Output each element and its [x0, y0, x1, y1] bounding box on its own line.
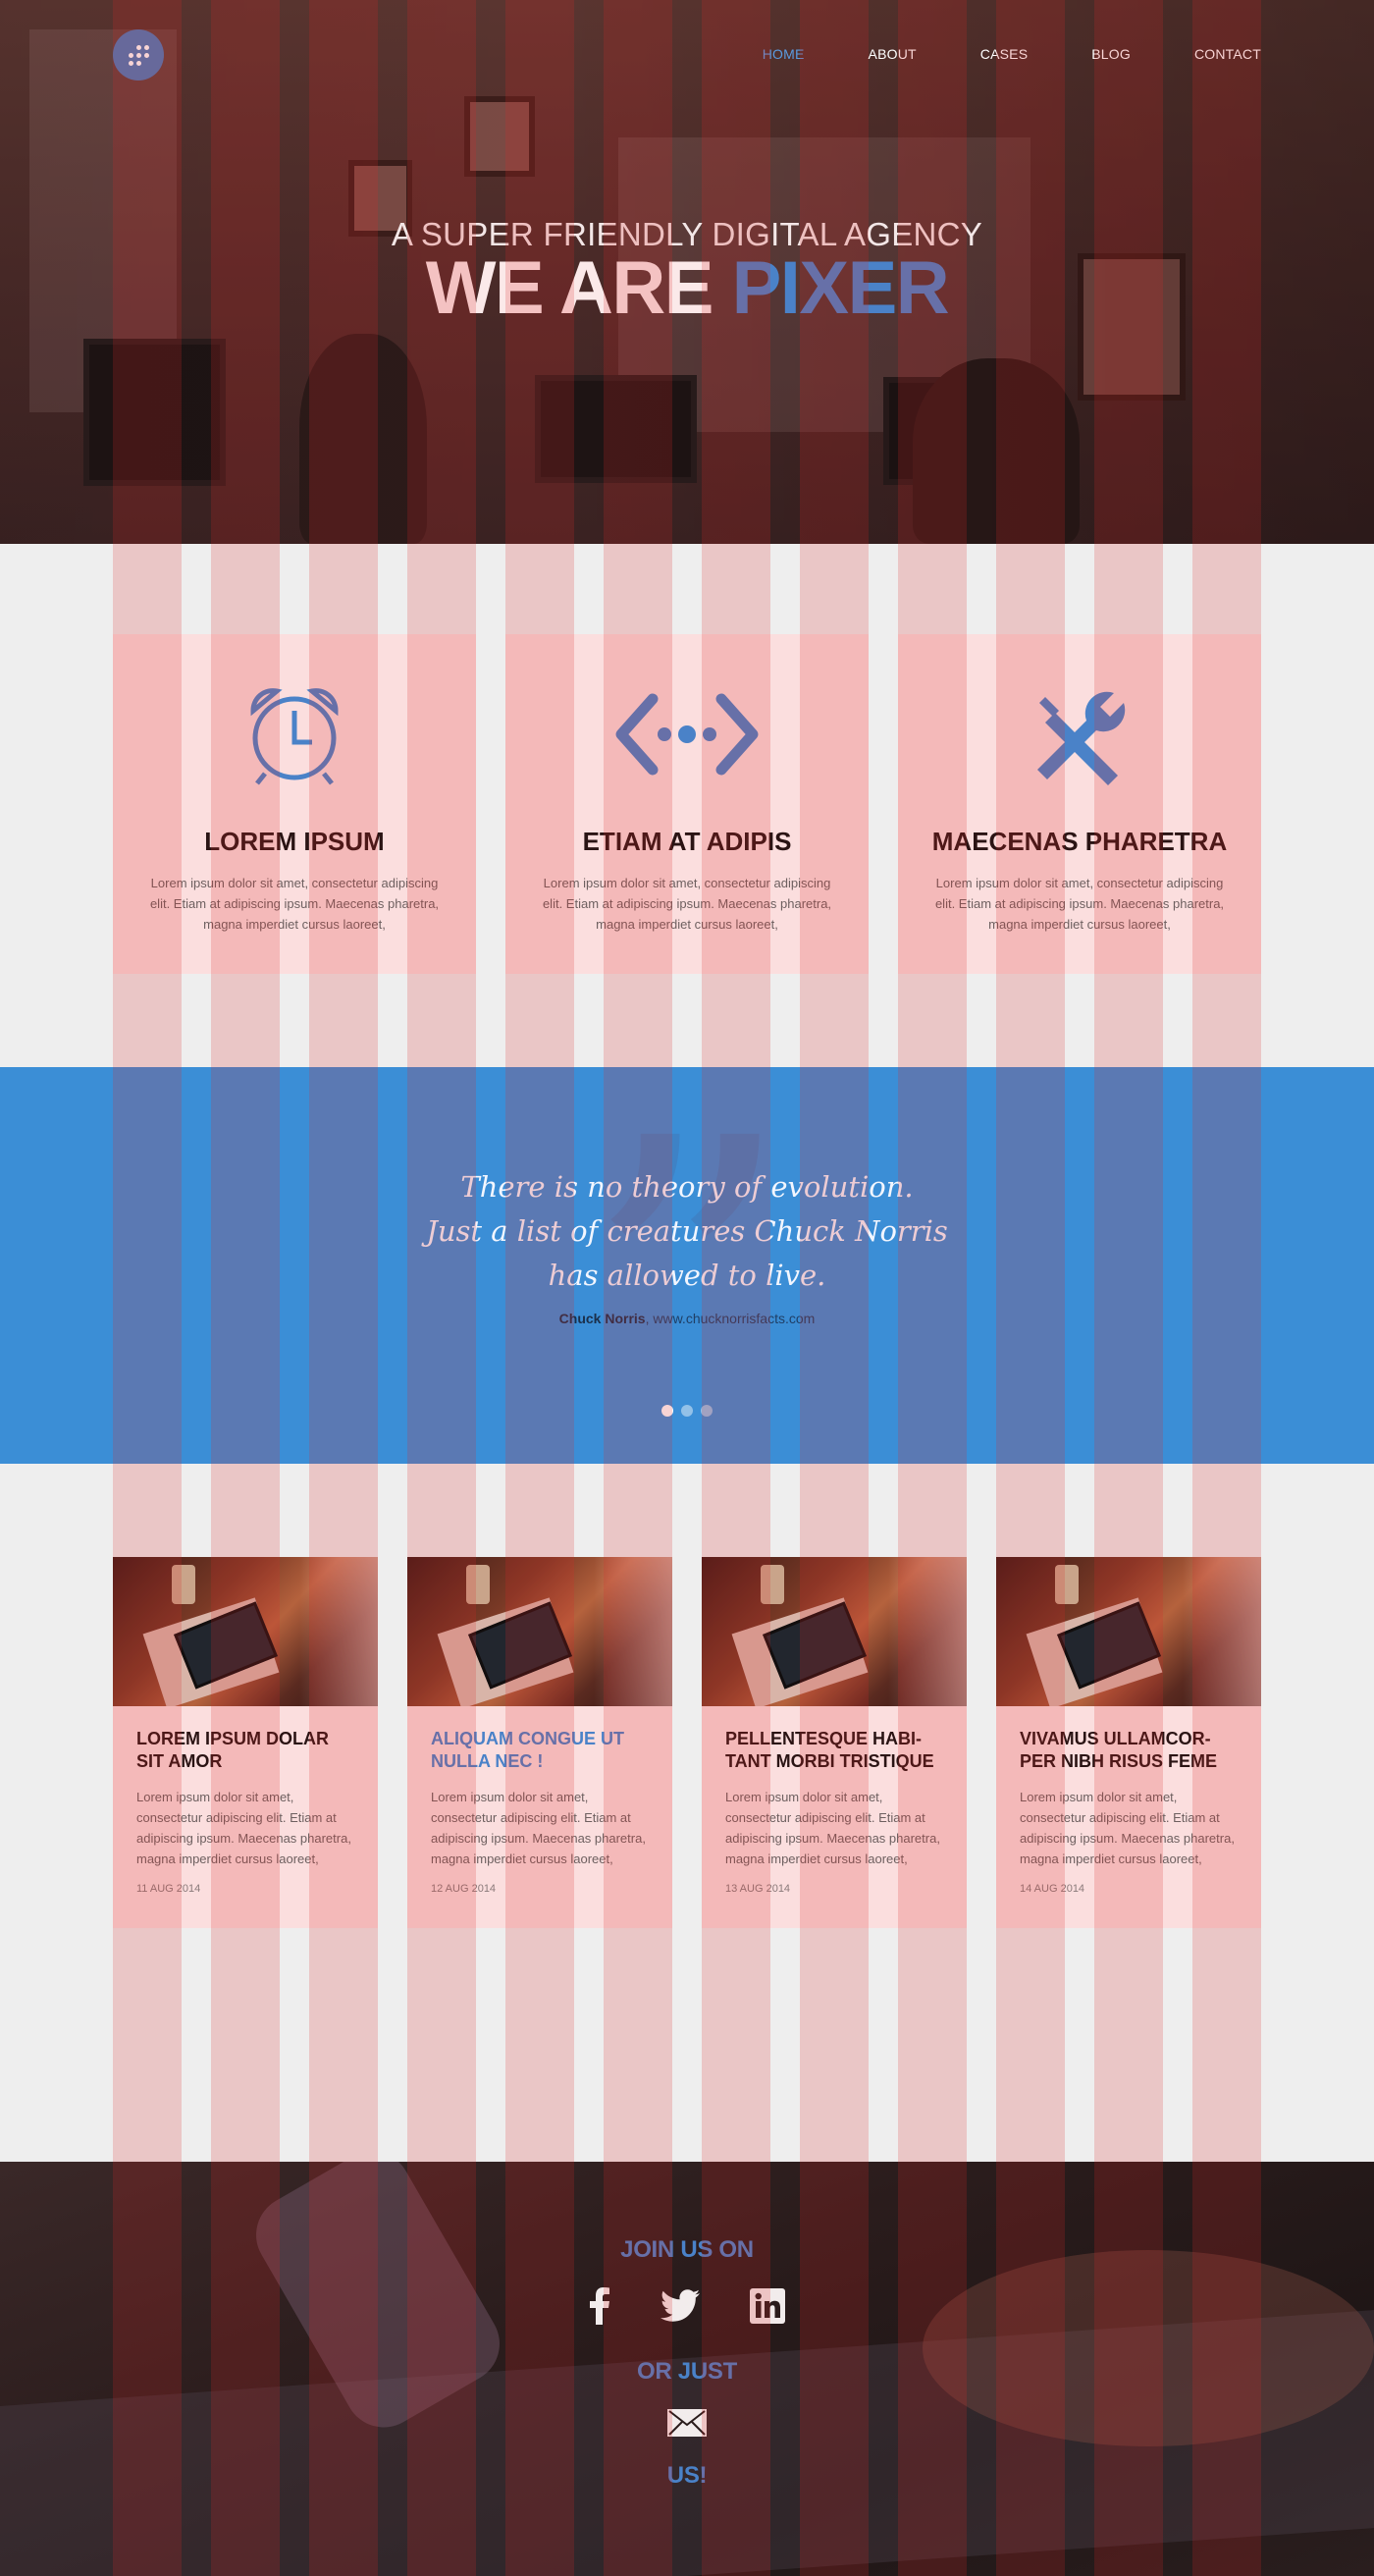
feature-card: MAECENAS PHARETRA Lorem ipsum dolor sit …	[898, 634, 1261, 974]
post-thumbnail[interactable]	[113, 1557, 378, 1706]
nav-item-cases[interactable]: CASES	[980, 46, 1028, 62]
blog-post-card[interactable]: ALIQUAM CONGUE UT NULLA NEC ! Lorem ipsu…	[407, 1557, 672, 1928]
testimonial-section: ” There is no theory of evolution. Just …	[0, 1067, 1374, 1464]
feature-title: LOREM IPSUM	[204, 827, 385, 856]
social-links	[589, 2287, 785, 2325]
feature-text: Lorem ipsum dolor sit amet, consectetur …	[542, 876, 832, 932]
twitter-icon[interactable]	[660, 2289, 701, 2323]
hero-title-accent: PIXER	[731, 246, 950, 330]
footer-section: JOIN US ON OR JUST US!	[0, 2162, 1374, 2576]
post-title[interactable]: VIVAMUS ULLAMCOR- PER NIBH RISUS FEME	[1020, 1728, 1238, 1773]
blog-post-card[interactable]: VIVAMUS ULLAMCOR- PER NIBH RISUS FEME Lo…	[996, 1557, 1261, 1928]
quote-citation: Chuck Norris, www.chucknorrisfacts.com	[0, 1311, 1374, 1326]
post-date: 12 AUG 2014	[431, 1883, 497, 1895]
main-nav: HOME ABOUT CASES BLOG CONTACT	[699, 46, 1261, 62]
post-title[interactable]: LOREM IPSUM DOLAR SIT AMOR	[136, 1728, 354, 1773]
quote-line: Just a list of creatures Chuck Norris	[426, 1214, 948, 1248]
post-excerpt: Lorem ipsum dolor sit amet, consectetur …	[1020, 1790, 1235, 1866]
carousel-dot[interactable]	[681, 1405, 693, 1417]
nav-item-about[interactable]: ABOUT	[869, 46, 917, 62]
quote-source[interactable]: , www.chucknorrisfacts.com	[646, 1311, 816, 1326]
post-excerpt: Lorem ipsum dolor sit amet, consectetur …	[136, 1790, 351, 1866]
feature-card: LOREM IPSUM Lorem ipsum dolor sit amet, …	[113, 634, 476, 974]
nav-item-blog[interactable]: BLOG	[1091, 46, 1131, 62]
post-date: 13 AUG 2014	[725, 1883, 791, 1895]
post-date: 14 AUG 2014	[1020, 1883, 1085, 1895]
code-brackets-icon	[615, 693, 759, 776]
logo[interactable]	[113, 29, 164, 80]
post-title[interactable]: PELLENTESQUE HABI- TANT MORBI TRISTIQUE	[725, 1728, 943, 1773]
carousel-dots	[661, 1405, 713, 1417]
blog-posts-row: LOREM IPSUM DOLAR SIT AMOR Lorem ipsum d…	[113, 1557, 1261, 1928]
hero-title: WE ARE PIXER	[0, 245, 1374, 331]
or-just-heading: OR JUST	[637, 2358, 737, 2385]
feature-title: ETIAM AT ADIPIS	[582, 827, 792, 856]
post-excerpt: Lorem ipsum dolor sit amet, consectetur …	[431, 1790, 646, 1866]
quote-author: Chuck Norris	[558, 1311, 646, 1326]
carousel-dot[interactable]	[661, 1405, 673, 1417]
quote-line: There is no theory of evolution.	[460, 1170, 914, 1204]
blog-post-card[interactable]: LOREM IPSUM DOLAR SIT AMOR Lorem ipsum d…	[113, 1557, 378, 1928]
tools-icon	[1037, 691, 1126, 785]
nav-item-contact[interactable]: CONTACT	[1194, 46, 1261, 62]
blog-post-card[interactable]: PELLENTESQUE HABI- TANT MORBI TRISTIQUE …	[702, 1557, 967, 1928]
join-us-heading: JOIN US ON	[620, 2236, 754, 2263]
feature-text: Lorem ipsum dolor sit amet, consectetur …	[149, 876, 440, 932]
hero-section: HOME ABOUT CASES BLOG CONTACT A SUPER FR…	[0, 0, 1374, 544]
feature-title: MAECENAS PHARETRA	[931, 827, 1228, 856]
post-title[interactable]: ALIQUAM CONGUE UT NULLA NEC !	[431, 1728, 649, 1773]
post-thumbnail[interactable]	[996, 1557, 1261, 1706]
linkedin-icon[interactable]	[750, 2288, 785, 2324]
post-date: 11 AUG 2014	[136, 1883, 201, 1895]
quote-text: There is no theory of evolution. Just a …	[0, 1165, 1374, 1298]
nav-item-home[interactable]: HOME	[763, 46, 805, 62]
facebook-icon[interactable]	[589, 2287, 610, 2325]
features-row: LOREM IPSUM Lorem ipsum dolor sit amet, …	[113, 634, 1261, 974]
carousel-dot[interactable]	[701, 1405, 713, 1417]
quote-line: has allowed to live.	[548, 1259, 826, 1292]
hero-title-main: WE ARE	[425, 246, 714, 330]
envelope-icon[interactable]	[667, 2409, 707, 2437]
feature-text: Lorem ipsum dolor sit amet, consectetur …	[934, 876, 1225, 932]
post-thumbnail[interactable]	[702, 1557, 967, 1706]
post-thumbnail[interactable]	[407, 1557, 672, 1706]
logo-icon	[128, 44, 149, 66]
alarm-clock-icon	[250, 688, 339, 785]
post-excerpt: Lorem ipsum dolor sit amet, consectetur …	[725, 1790, 940, 1866]
feature-card: ETIAM AT ADIPIS Lorem ipsum dolor sit am…	[505, 634, 869, 974]
us-heading: US!	[666, 2462, 708, 2489]
